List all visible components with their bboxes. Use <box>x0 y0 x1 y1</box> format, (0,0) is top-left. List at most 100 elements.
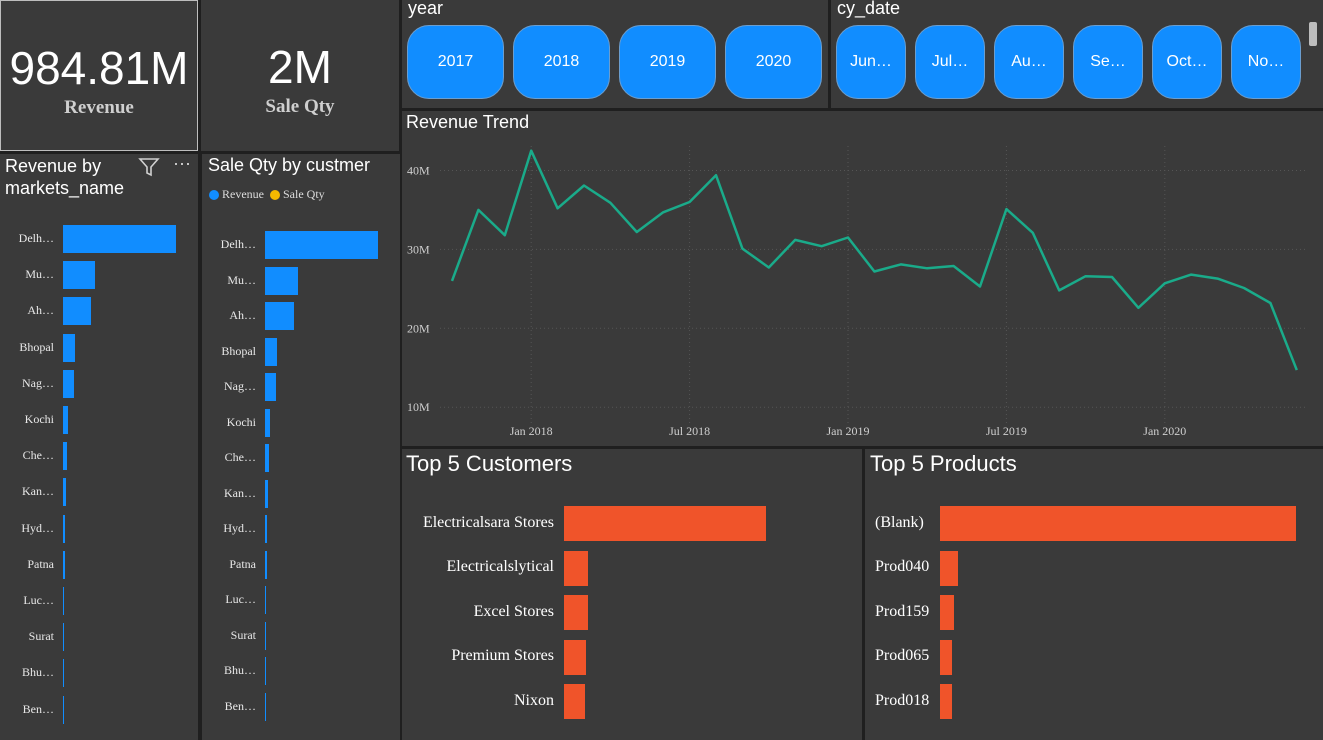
year-option-2019[interactable]: 2019 <box>619 25 716 99</box>
year-option-2020[interactable]: 2020 <box>725 25 822 99</box>
trend-point-2020-06[interactable] <box>1294 367 1300 373</box>
bar-patna[interactable] <box>63 550 65 579</box>
bar-che[interactable] <box>63 442 67 471</box>
bar-bhu[interactable] <box>265 657 266 685</box>
year-slicer: year 2017 2018 2019 2020 <box>402 0 828 108</box>
filter-icon[interactable] <box>138 157 160 182</box>
bar-patna[interactable] <box>265 550 267 579</box>
bar-kan[interactable] <box>265 479 269 508</box>
month-option-oct[interactable]: Oct… <box>1152 25 1222 99</box>
trend-point-2019-10[interactable] <box>1083 273 1089 279</box>
bar-prod159[interactable] <box>940 595 955 630</box>
bar-blank[interactable] <box>940 506 1296 541</box>
category-label: Delh… <box>18 231 54 245</box>
bar-surat[interactable] <box>63 623 65 652</box>
trend-point-2019-02[interactable] <box>871 268 877 274</box>
kpi-card-revenue[interactable]: 984.81M Revenue <box>0 0 198 151</box>
trend-point-2017-12[interactable] <box>502 232 508 238</box>
trend-point-2019-08[interactable] <box>1030 230 1036 236</box>
revenue-trend-line[interactable] <box>450 149 1298 371</box>
trend-point-2019-04[interactable] <box>924 265 930 271</box>
category-label: Ben… <box>22 701 54 716</box>
bar-nag[interactable] <box>63 369 75 398</box>
bar-ben[interactable] <box>63 695 64 724</box>
bar-mu[interactable] <box>63 261 95 290</box>
category-label: Nag… <box>22 375 54 390</box>
bar-bhopal[interactable] <box>265 337 278 366</box>
bar-kan[interactable] <box>63 478 67 507</box>
month-option-aug[interactable]: Au… <box>994 25 1064 99</box>
bar-prod018[interactable] <box>940 684 952 719</box>
bar-excel-stores[interactable] <box>564 595 589 630</box>
x-tick-label: Jan 2020 <box>1143 424 1186 438</box>
bar-premium-stores[interactable] <box>564 639 587 675</box>
month-option-nov[interactable]: No… <box>1231 25 1301 99</box>
legend-revenue[interactable]: Revenue <box>209 187 264 202</box>
bar-luc[interactable] <box>265 586 267 614</box>
bar-delh[interactable] <box>63 225 176 253</box>
trend-point-2018-03[interactable] <box>581 182 587 188</box>
category-label: Bhu… <box>223 663 256 677</box>
bar-hyd[interactable] <box>63 514 66 543</box>
bar-prod040[interactable] <box>940 550 958 586</box>
trend-point-2018-02[interactable] <box>555 205 561 211</box>
trend-point-2018-09[interactable] <box>739 246 745 252</box>
bar-electricalsara-stores[interactable] <box>564 506 766 541</box>
legend-sale-qty[interactable]: Sale Qty <box>270 187 325 202</box>
trend-point-2019-07[interactable] <box>1003 206 1009 212</box>
bar-nixon[interactable] <box>564 684 586 719</box>
bar-bhu[interactable] <box>63 659 64 688</box>
trend-point-2020-02[interactable] <box>1188 272 1194 278</box>
bar-ben[interactable] <box>265 692 266 721</box>
bar-nag[interactable] <box>265 373 277 401</box>
trend-point-2019-12[interactable] <box>1135 305 1141 311</box>
trend-point-2018-12[interactable] <box>819 243 825 249</box>
bar-hyd[interactable] <box>265 515 268 543</box>
bar-surat[interactable] <box>265 621 267 650</box>
bar-kochi[interactable] <box>265 408 270 437</box>
trend-point-2018-04[interactable] <box>607 200 613 206</box>
bar-che[interactable] <box>265 444 269 472</box>
revenue-trend-plot: 10M 20M 30M 40M Jan 2018 Jul 2018 Jan 2019 Jul … <box>407 146 1308 438</box>
trend-point-2020-05[interactable] <box>1267 300 1273 306</box>
trend-point-2017-11[interactable] <box>475 207 481 213</box>
y-tick-label: 10M <box>407 400 430 414</box>
sale-qty-label: Sale Qty <box>265 96 335 117</box>
kpi-card-sale-qty[interactable]: 2M Sale Qty <box>201 0 399 151</box>
trend-point-2020-03[interactable] <box>1215 276 1221 282</box>
bar-ah[interactable] <box>265 302 295 330</box>
trend-point-2018-06[interactable] <box>660 209 666 215</box>
bar-delh[interactable] <box>265 231 378 259</box>
trend-point-2020-04[interactable] <box>1241 285 1247 291</box>
slicer-scrollbar[interactable] <box>1309 22 1317 46</box>
bar-luc[interactable] <box>63 587 65 615</box>
trend-point-2018-11[interactable] <box>792 237 798 243</box>
trend-point-2019-03[interactable] <box>898 261 904 267</box>
trend-point-2020-01[interactable] <box>1162 280 1168 286</box>
bar-kochi[interactable] <box>63 406 68 434</box>
trend-point-2018-10[interactable] <box>766 265 772 271</box>
bar-mu[interactable] <box>265 266 298 295</box>
trend-point-2019-05[interactable] <box>951 263 957 269</box>
bar-ah[interactable] <box>63 297 92 326</box>
trend-point-2019-11[interactable] <box>1109 274 1115 280</box>
x-tick-label: Jul 2019 <box>986 424 1027 438</box>
trend-point-2018-08[interactable] <box>713 172 719 178</box>
trend-point-2018-07[interactable] <box>687 199 693 205</box>
trend-point-2019-01[interactable] <box>845 235 851 241</box>
month-option-sep[interactable]: Se… <box>1073 25 1143 99</box>
trend-point-2018-05[interactable] <box>634 229 640 235</box>
year-option-2018[interactable]: 2018 <box>513 25 610 99</box>
bar-prod065[interactable] <box>940 639 953 675</box>
category-label: Premium Stores <box>451 647 554 664</box>
trend-point-2018-01[interactable] <box>528 148 534 154</box>
bar-bhopal[interactable] <box>63 333 76 362</box>
trend-point-2019-09[interactable] <box>1056 287 1062 293</box>
trend-point-2017-10[interactable] <box>449 278 455 284</box>
month-option-jul[interactable]: Jul… <box>915 25 985 99</box>
more-options-icon[interactable]: ⋯ <box>173 154 192 175</box>
month-option-jun[interactable]: Jun… <box>836 25 906 99</box>
bar-electricalslytical[interactable] <box>564 550 589 586</box>
year-option-2017[interactable]: 2017 <box>407 25 504 99</box>
trend-point-2019-06[interactable] <box>977 283 983 289</box>
